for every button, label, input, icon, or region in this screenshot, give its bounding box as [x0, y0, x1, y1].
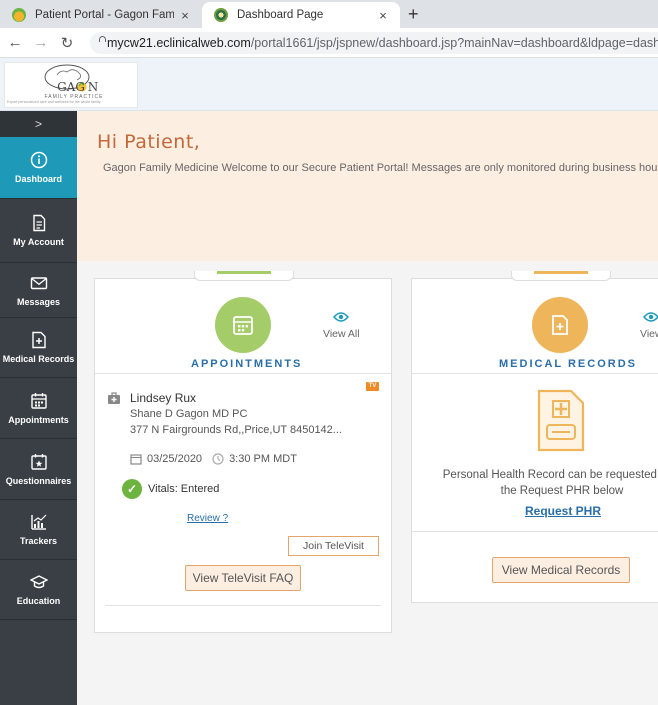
sidebar-item-my-account[interactable]: My Account [0, 199, 77, 263]
sidebar-toggle-icon[interactable]: > [0, 111, 77, 137]
welcome-message: Gagon Family Medicine Welcome to our Sec… [103, 162, 658, 174]
request-phr-link[interactable]: Request PHR [525, 504, 601, 518]
new-tab-icon[interactable]: + [408, 4, 419, 25]
browser-tab-patient-portal[interactable]: Patient Portal - Gagon Family Me × [0, 2, 202, 28]
main-content: Hi Patient, Gagon Family Medicine Welcom… [77, 111, 658, 705]
sidebar-item-label: Trackers [19, 536, 58, 546]
patient-name: Lindsey Rux [130, 391, 197, 405]
browser-tab-dashboard[interactable]: Dashboard Page × [202, 2, 400, 28]
appointment-date: 03/25/2020 [147, 453, 203, 465]
tab-title: Dashboard Page [237, 9, 324, 21]
check-icon: ✓ [122, 479, 142, 499]
medical-records-circle [532, 297, 588, 353]
eye-icon [333, 312, 350, 322]
sidebar-item-label: My Account [13, 237, 64, 247]
appointment-time: 3:30 PM MDT [229, 453, 297, 465]
view-televisit-faq-button[interactable]: View TeleVisit FAQ [185, 565, 301, 591]
eye-icon [643, 312, 658, 322]
practice-logo[interactable]: GAG N FAMILY PRACTICE Expert personalize… [4, 62, 138, 108]
greeting-heading: Hi Patient, [97, 131, 201, 153]
sidebar-item-label: Medical Records [2, 354, 75, 364]
join-televisit-button[interactable]: Join TeleVisit [288, 536, 379, 556]
sidebar-item-label: Messages [16, 296, 61, 307]
divider [412, 373, 658, 374]
sidebar-item-label: Education [16, 596, 61, 606]
forward-arrow-icon[interactable]: → [30, 34, 52, 51]
divider [105, 605, 381, 606]
clock-icon [212, 453, 224, 465]
medical-record-icon [552, 315, 568, 335]
envelope-icon [30, 274, 48, 292]
medical-records-card: View MEDICAL RECORDS Personal Health Rec… [411, 271, 658, 603]
sidebar-item-label: Dashboard [14, 174, 62, 184]
dashboard-favicon-icon [214, 8, 228, 22]
divider [95, 373, 391, 374]
chart-icon [30, 513, 48, 531]
sidebar-item-questionnaires[interactable]: Questionnaires [0, 439, 77, 500]
calendar-small-icon [130, 454, 142, 465]
tab-title: Patient Portal - Gagon Family Me [35, 9, 174, 21]
url-path: /portal1661/jsp/jspnew/dashboard.jsp?mai… [250, 36, 658, 50]
divider [412, 531, 658, 532]
view-all-label: View All [323, 328, 360, 340]
view-medical-records-button[interactable]: View Medical Records [492, 557, 630, 583]
sidebar-item-label: Questionnaires [5, 475, 72, 486]
app-header: GAG N FAMILY PRACTICE Expert personalize… [0, 58, 658, 111]
back-arrow-icon[interactable]: ← [4, 34, 26, 51]
address-bar: ← → ↻ mycw21.eclinicalweb.com/portal1661… [0, 28, 658, 58]
sidebar: > Dashboard My Account Messages Medical … [0, 111, 77, 705]
provider-name: Shane D Gagon MD PC [130, 408, 248, 420]
view-all-appointments-link[interactable]: View All [323, 312, 360, 340]
questionnaire-icon [30, 453, 48, 471]
info-icon [30, 151, 48, 169]
televisit-badge: TV [366, 382, 379, 391]
appointments-card: View All APPOINTMENTS TV Lindsey Rux Sha… [94, 271, 392, 633]
browser-tab-bar: Patient Portal - Gagon Family Me × Dashb… [0, 0, 658, 28]
reload-icon[interactable]: ↻ [56, 34, 78, 52]
medical-bag-icon [108, 392, 120, 404]
view-all-label: View [640, 328, 658, 340]
document-icon [30, 214, 48, 232]
card-notch [194, 271, 294, 281]
vitals-label: Vitals: Entered [148, 483, 220, 495]
calendar-icon [30, 392, 48, 410]
view-all-records-link[interactable]: View [640, 312, 658, 340]
graduation-cap-icon [29, 573, 48, 591]
close-icon[interactable]: × [372, 8, 394, 23]
url-domain: mycw21.eclinicalweb.com [107, 36, 251, 50]
sidebar-item-messages[interactable]: Messages [0, 263, 77, 318]
calendar-icon [233, 316, 253, 335]
appointment-address: 377 N Fairgrounds Rd,,Price,UT 8450142..… [130, 424, 342, 436]
sidebar-item-appointments[interactable]: Appointments [0, 378, 77, 439]
svg-text:N: N [88, 80, 99, 94]
welcome-banner: Hi Patient, Gagon Family Medicine Welcom… [77, 111, 658, 261]
card-notch [511, 271, 611, 281]
sidebar-item-medical-records[interactable]: Medical Records [0, 318, 77, 378]
medical-records-title: MEDICAL RECORDS [499, 358, 637, 370]
medical-record-icon [30, 331, 48, 349]
sidebar-item-trackers[interactable]: Trackers [0, 500, 77, 560]
phr-description: Personal Health Record can be requested … [412, 467, 658, 499]
svg-text:GAG: GAG [57, 80, 85, 94]
close-icon[interactable]: × [174, 8, 196, 23]
appointments-circle [215, 297, 271, 353]
portal-favicon-icon [12, 8, 26, 22]
sidebar-item-dashboard[interactable]: Dashboard [0, 137, 77, 199]
vitals-status: ✓ Vitals: Entered [122, 479, 219, 499]
phr-text-line-2: the Request PHR below [500, 485, 624, 497]
phr-text-line-1: Personal Health Record can be requested … [442, 469, 658, 481]
health-record-document-icon [537, 389, 585, 452]
sidebar-item-label: Appointments [8, 414, 69, 425]
appointment-datetime: 03/25/2020 3:30 PM MDT [130, 453, 297, 465]
review-link[interactable]: Review ? [187, 513, 228, 524]
logo-tagline: Expert personalized care and wellness fo… [7, 100, 101, 104]
sidebar-item-education[interactable]: Education [0, 560, 77, 620]
appointments-title: APPOINTMENTS [191, 358, 303, 370]
url-input[interactable]: mycw21.eclinicalweb.com/portal1661/jsp/j… [90, 32, 658, 54]
